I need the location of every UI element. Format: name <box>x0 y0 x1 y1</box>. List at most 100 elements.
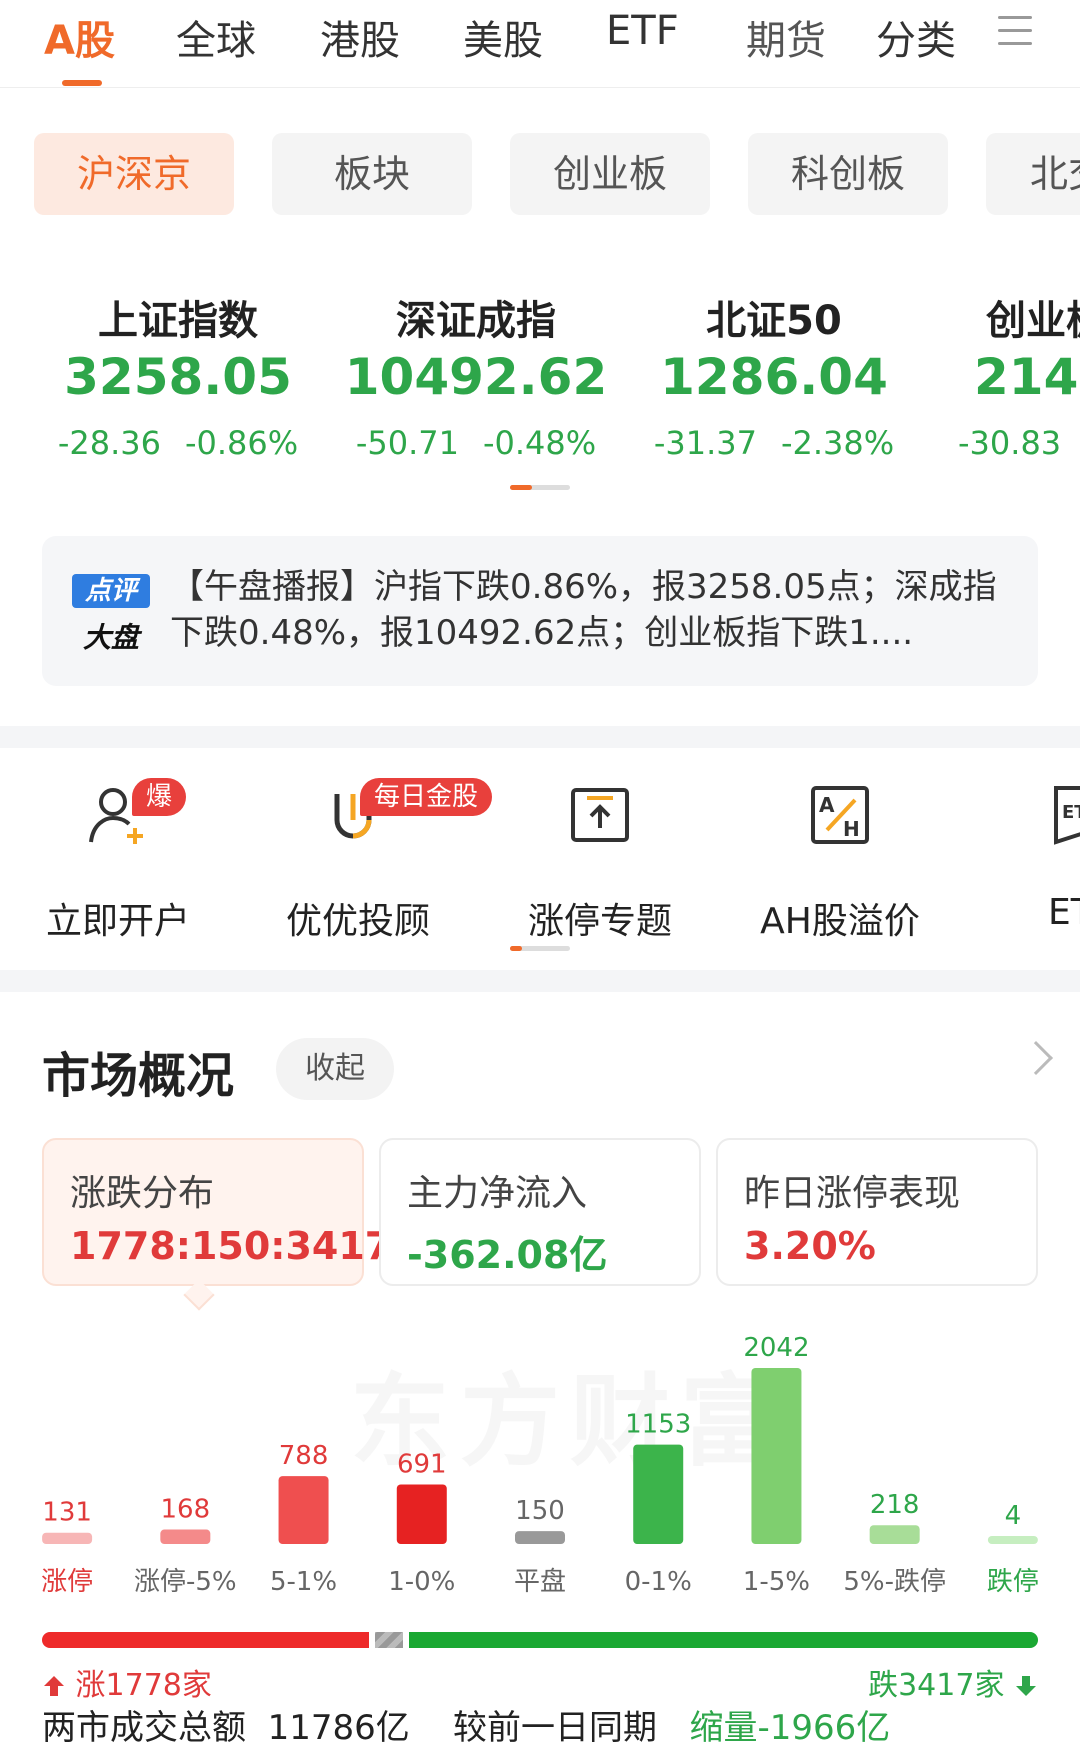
comment-badge-sub: 大盘 <box>82 621 139 654</box>
chart-bar-4 <box>515 1531 565 1544</box>
card-value: 1778:150:3417 <box>70 1224 392 1268</box>
index-card-bse50[interactable]: 北证50 1286.04 -31.37 -2.38% <box>624 288 924 462</box>
change-percent: -0.48% <box>482 424 597 462</box>
card-main-net-inflow[interactable]: 主力净流入 -362.08亿 <box>379 1138 701 1286</box>
index-name: 深证成指 <box>396 298 556 344</box>
quick-icon-label: AH股溢价 <box>760 901 920 942</box>
chart-bar-5 <box>633 1444 684 1544</box>
chart-category-label-8: 跌停 <box>987 1567 1039 1597</box>
tab-futures[interactable]: 期货 <box>746 8 826 66</box>
chart-value-label-7: 218 <box>870 1490 920 1520</box>
chart-bar-0 <box>42 1532 93 1544</box>
chip-star-market[interactable]: 科创板 <box>748 133 948 215</box>
index-value: 10492.62 <box>344 348 608 406</box>
comment-badge: 点评 <box>72 574 150 608</box>
change-points: -50.71 <box>355 424 459 462</box>
card-title: 涨跌分布 <box>70 1173 215 1214</box>
change-points: -28.36 <box>57 424 161 462</box>
active-tab-indicator <box>62 80 102 86</box>
tab-hk-stocks[interactable]: 港股 <box>320 8 400 66</box>
change-percent: -0.86% <box>184 424 299 462</box>
hot-badge: 爆 <box>132 778 187 816</box>
down-count: 跌3417家 <box>868 1660 1038 1704</box>
quick-open-account[interactable]: 爆 立即开户 <box>8 778 228 944</box>
quick-advisor[interactable]: 每日金股 优优投顾 <box>248 778 493 944</box>
arrow-up-icon <box>44 1676 64 1696</box>
etf-icon: ET <box>1052 780 1080 850</box>
collapse-button[interactable]: 收起 <box>276 1038 394 1100</box>
ah-icon: AH <box>805 780 875 850</box>
index-change: -30.83 <box>922 424 1080 462</box>
chart-category-label-5: 0-1% <box>625 1567 692 1597</box>
index-card-chinext[interactable]: 创业板指 2146 -30.83 <box>922 288 1080 462</box>
index-value: 3258.05 <box>64 348 292 406</box>
page-indicator <box>510 485 570 490</box>
change-points: -30.83 <box>958 424 1062 462</box>
index-name: 创业板指 <box>986 298 1080 344</box>
section-divider <box>0 726 1080 748</box>
index-change: -31.37 -2.38% <box>624 424 924 462</box>
card-yesterday-limit-up[interactable]: 昨日涨停表现 3.20% <box>716 1138 1038 1286</box>
compare-label: 较前一日同期 <box>453 1708 658 1748</box>
chart-category-label-3: 1-0% <box>388 1567 455 1597</box>
rise-fall-distribution-chart: 131 涨停 168 涨停-5% 788 5-1% 691 1-0% 150 平盘 1153 0-1%… <box>41 1333 1039 1597</box>
chart-bar-3 <box>396 1484 447 1544</box>
index-change: -28.36 -0.86% <box>28 424 328 462</box>
compare-value: 缩量-1966亿 <box>689 1708 891 1748</box>
tab-us-stocks[interactable]: 美股 <box>463 8 543 66</box>
quick-ah-premium[interactable]: AH AH股溢价 <box>730 780 950 944</box>
chart-value-label-5: 1153 <box>625 1410 691 1440</box>
top-tab-bar: A股 全球 港股 美股 ETF 期货 分类 <box>0 0 1080 88</box>
market-comment-card[interactable]: 点评 大盘 【午盘播报】沪指下跌0.86%，报3258.05点；深成指下跌0.4… <box>42 536 1038 686</box>
change-percent: -2.38% <box>780 424 895 462</box>
up-count: 涨1778家 <box>42 1660 212 1704</box>
quick-icon-label: ETF <box>1048 892 1080 933</box>
daily-stock-badge: 每日金股 <box>360 778 493 816</box>
arrow-down-icon <box>1016 1676 1036 1696</box>
change-points: -31.37 <box>653 424 757 462</box>
tab-a-shares[interactable]: A股 <box>44 8 115 66</box>
chart-bar-7 <box>869 1525 920 1544</box>
tab-etf[interactable]: ETF <box>606 8 679 54</box>
card-value: 3.20% <box>744 1224 876 1268</box>
distribution-flat <box>375 1632 403 1648</box>
chip-bse[interactable]: 北交所 <box>986 133 1080 215</box>
chart-bar-8 <box>987 1536 1038 1544</box>
chart-value-label-0: 131 <box>42 1498 92 1528</box>
down-count-label: 跌3417家 <box>868 1668 1005 1703</box>
tab-global[interactable]: 全球 <box>176 8 256 66</box>
upload-box-icon <box>565 780 635 850</box>
card-title: 昨日涨停表现 <box>744 1173 961 1214</box>
chart-value-label-8: 4 <box>1005 1501 1022 1531</box>
card-rise-fall-distribution[interactable]: 涨跌分布 1778:150:3417 <box>42 1138 391 1286</box>
tab-category[interactable]: 分类 <box>876 8 956 66</box>
quick-etf[interactable]: ET ETF <box>1012 780 1080 933</box>
turnover-summary: 两市成交总额 11786亿 较前一日同期 缩量-1966亿 <box>42 1700 890 1749</box>
quick-icon-label: 优优投顾 <box>285 901 430 942</box>
screen: A股 全球 港股 美股 ETF 期货 分类 沪深京 板块 创业板 科创板 北交所… <box>0 0 1080 1750</box>
card-value: -362.08亿 <box>407 1233 608 1277</box>
index-value: 1286.04 <box>660 348 888 406</box>
chip-chinext[interactable]: 创业板 <box>510 133 710 215</box>
comment-text: 【午盘播报】沪指下跌0.86%，报3258.05点；深成指下跌0.48%，报10… <box>170 567 997 653</box>
chevron-right-icon[interactable] <box>1019 1041 1053 1075</box>
chart-category-label-1: 涨停-5% <box>134 1567 237 1597</box>
svg-text:ET: ET <box>1062 802 1080 823</box>
chip-sectors[interactable]: 板块 <box>272 133 472 215</box>
page-indicator <box>510 946 570 951</box>
chart-category-label-4: 平盘 <box>514 1567 566 1597</box>
section-divider <box>0 970 1080 992</box>
quick-icon-label: 涨停专题 <box>527 901 672 942</box>
index-value: 2146 <box>974 348 1080 406</box>
chart-value-label-6: 2042 <box>743 1333 809 1363</box>
index-name: 上证指数 <box>98 298 258 344</box>
turnover-amount: 11786亿 <box>267 1708 410 1748</box>
index-card-shenzhen[interactable]: 深证成指 10492.62 -50.71 -0.48% <box>326 288 626 462</box>
index-card-shanghai[interactable]: 上证指数 3258.05 -28.36 -0.86% <box>28 288 328 462</box>
menu-icon[interactable] <box>998 16 1032 46</box>
quick-limit-up[interactable]: 涨停专题 <box>490 780 710 944</box>
chart-category-label-0: 涨停 <box>41 1567 93 1597</box>
turnover-label: 两市成交总额 <box>42 1708 246 1748</box>
chip-shanghai-shenzhen-beijing[interactable]: 沪深京 <box>34 133 234 215</box>
section-title: 市场概况 <box>42 1048 235 1104</box>
